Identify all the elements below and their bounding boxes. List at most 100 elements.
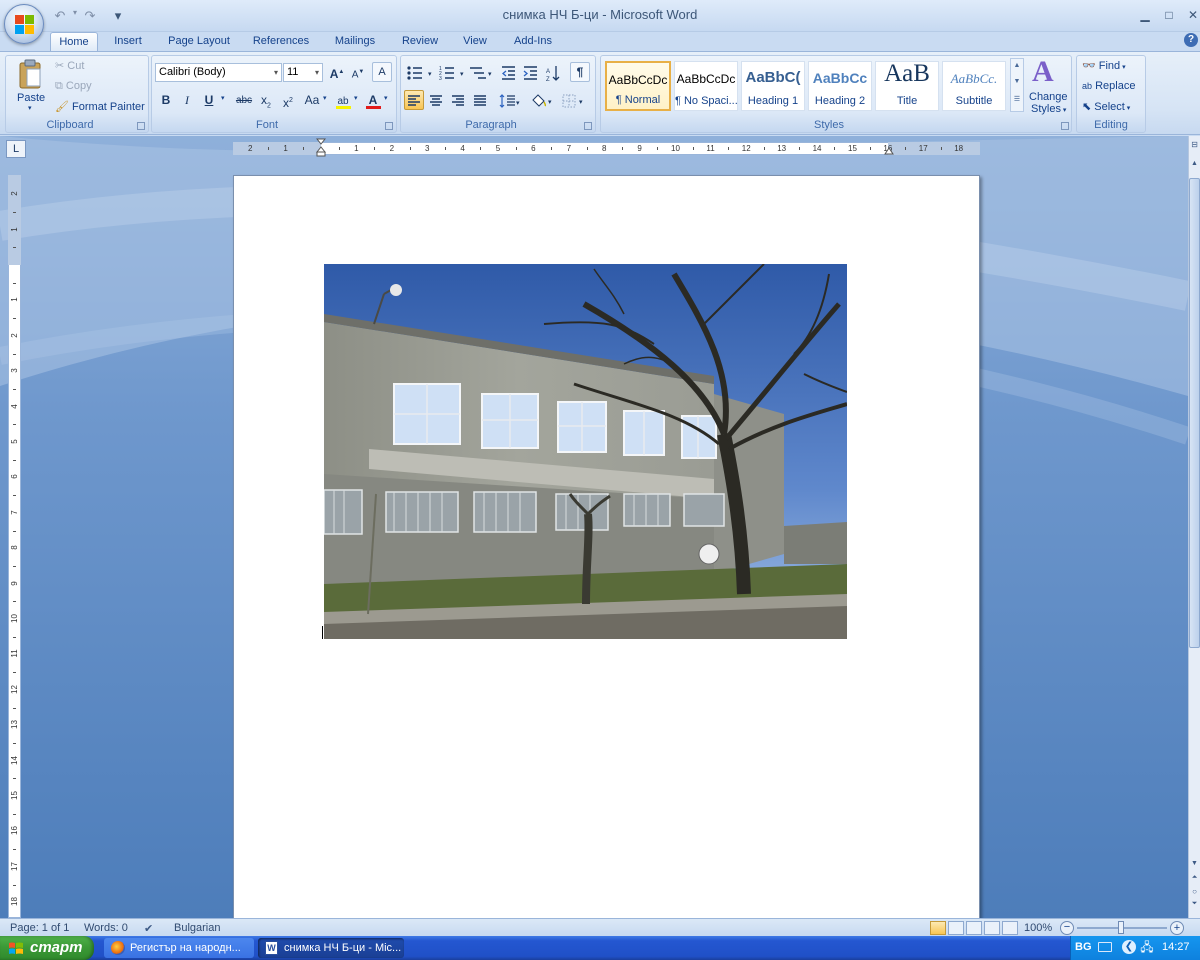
font-color-dropdown-icon[interactable]: ▾ — [384, 94, 388, 102]
font-dialog-launcher-icon[interactable] — [385, 122, 393, 130]
copy-button[interactable]: ⧉ Copy — [55, 80, 92, 93]
close-button[interactable]: ✕ — [1184, 6, 1200, 24]
find-button[interactable]: 👓 Find ▾ — [1082, 59, 1126, 72]
styles-gallery-scroll[interactable]: ▲ ▼ ☰ — [1010, 58, 1024, 112]
maximize-button[interactable]: □ — [1160, 6, 1178, 24]
font-color-button[interactable]: A — [363, 90, 383, 110]
tab-mailings[interactable]: Mailings — [324, 32, 386, 52]
grow-font-button[interactable]: A▲ — [327, 62, 347, 82]
tray-arrow-icon[interactable]: ❮ — [1122, 940, 1136, 954]
highlight-button[interactable]: ab — [333, 90, 353, 110]
select-button[interactable]: ⬉ Select ▾ — [1082, 100, 1130, 113]
shading-button[interactable]: ▾ — [528, 90, 556, 110]
font-name-box[interactable]: Calibri (Body) ▾ — [155, 63, 282, 82]
format-painter-button[interactable]: 🖌 Format Painter — [55, 100, 145, 113]
justify-button[interactable] — [470, 90, 490, 110]
inserted-photo-school-building[interactable] — [324, 264, 847, 639]
clear-formatting-button[interactable]: A — [372, 62, 392, 82]
shrink-font-button[interactable]: A▼ — [348, 62, 368, 82]
tab-home[interactable]: Home — [50, 32, 98, 52]
scroll-up-icon[interactable]: ▲ — [1189, 160, 1200, 174]
highlight-dropdown-icon[interactable]: ▾ — [354, 94, 358, 102]
align-right-button[interactable] — [448, 90, 468, 110]
replace-button[interactable]: ab Replace — [1082, 80, 1135, 92]
find-dropdown-icon[interactable]: ▾ — [1120, 64, 1126, 71]
style-heading-2[interactable]: AaBbCc Heading 2 — [808, 61, 872, 111]
align-left-button[interactable] — [404, 90, 424, 110]
help-icon[interactable]: ? — [1184, 33, 1198, 47]
style-heading-1[interactable]: AaBbC( Heading 1 — [741, 61, 805, 111]
change-styles-button[interactable]: A Change Styles ▾ — [1028, 57, 1068, 117]
web-layout-view-icon[interactable] — [966, 921, 982, 935]
underline-button[interactable]: U — [199, 90, 219, 110]
bullets-icon[interactable] — [407, 66, 422, 80]
outline-view-icon[interactable] — [984, 921, 1000, 935]
font-size-dropdown-icon[interactable]: ▾ — [315, 64, 319, 81]
minimize-button[interactable]: ▁ — [1136, 6, 1154, 24]
tab-review[interactable]: Review — [394, 32, 446, 52]
tab-insert[interactable]: Insert — [104, 32, 152, 52]
style-title[interactable]: AaB Title — [875, 61, 939, 111]
network-icon[interactable]: 🖧 — [1140, 940, 1154, 954]
cut-button[interactable]: ✂ Cut — [55, 59, 84, 72]
scroll-down-icon[interactable]: ▼ — [1189, 860, 1200, 872]
previous-page-icon[interactable]: ⏶ — [1189, 874, 1200, 886]
tab-page-layout[interactable]: Page Layout — [160, 32, 238, 52]
change-styles-dropdown-icon[interactable]: ▾ — [1061, 107, 1067, 114]
strikethrough-button[interactable]: abc — [232, 90, 256, 110]
status-language[interactable]: Bulgarian — [174, 922, 220, 934]
multilevel-list-icon[interactable] — [470, 67, 486, 79]
status-word-count[interactable]: Words: 0 — [84, 922, 128, 934]
tray-language-indicator[interactable]: BG — [1075, 941, 1092, 953]
underline-dropdown-icon[interactable]: ▾ — [221, 94, 225, 102]
superscript-button[interactable]: x2 — [278, 90, 298, 110]
bold-button[interactable]: B — [156, 90, 176, 110]
ruler-toggle-icon[interactable]: ⊟ — [1189, 140, 1200, 154]
line-spacing-button[interactable]: ▾ — [497, 90, 523, 110]
status-page-count[interactable]: Page: 1 of 1 — [10, 922, 69, 934]
decrease-indent-icon[interactable] — [501, 66, 515, 80]
start-button[interactable]: старт — [0, 936, 94, 960]
proofing-check-icon[interactable]: ✔ — [144, 922, 153, 935]
paste-dropdown-icon[interactable]: ▾ — [28, 104, 32, 112]
taskbar-item-firefox[interactable]: Регистър на народн... — [104, 938, 254, 958]
right-indent-marker-icon[interactable] — [884, 144, 894, 156]
paragraph-dialog-launcher-icon[interactable] — [584, 122, 592, 130]
zoom-in-icon[interactable]: + — [1170, 921, 1184, 935]
tab-references[interactable]: References — [246, 32, 316, 52]
style-normal[interactable]: AaBbCcDc ¶ Normal — [605, 61, 671, 111]
paste-button[interactable]: Paste ▾ — [12, 57, 48, 115]
italic-button[interactable]: I — [177, 90, 197, 110]
vertical-scrollbar-thumb[interactable] — [1189, 178, 1200, 648]
draft-view-icon[interactable] — [1002, 921, 1018, 935]
font-name-dropdown-icon[interactable]: ▾ — [274, 64, 278, 81]
office-button[interactable] — [4, 4, 44, 44]
styles-more-icon[interactable]: ☰ — [1011, 91, 1023, 109]
borders-button[interactable]: ▾ — [560, 90, 588, 110]
zoom-out-icon[interactable]: − — [1060, 921, 1074, 935]
tab-view[interactable]: View — [454, 32, 496, 52]
select-browse-object-icon[interactable]: ○ — [1189, 887, 1200, 899]
zoom-level[interactable]: 100% — [1024, 922, 1052, 934]
clipboard-dialog-launcher-icon[interactable] — [137, 122, 145, 130]
full-screen-reading-view-icon[interactable] — [948, 921, 964, 935]
taskbar-item-word[interactable]: W снимка НЧ Б-ци - Mic... — [258, 938, 404, 958]
keyboard-icon[interactable] — [1098, 942, 1112, 952]
subscript-button[interactable]: x2 — [256, 90, 276, 110]
change-case-button[interactable]: Aa — [300, 90, 324, 110]
select-dropdown-icon[interactable]: ▾ — [1125, 105, 1131, 112]
align-center-button[interactable] — [426, 90, 446, 110]
styles-dialog-launcher-icon[interactable] — [1061, 122, 1069, 130]
show-formatting-marks-button[interactable]: ¶ — [570, 62, 590, 82]
styles-scroll-up-icon[interactable]: ▲ — [1011, 59, 1023, 73]
tab-add-ins[interactable]: Add-Ins — [504, 32, 562, 52]
increase-indent-icon[interactable] — [523, 66, 537, 80]
print-layout-view-icon[interactable] — [930, 921, 946, 935]
numbering-icon[interactable]: 123 — [439, 66, 454, 82]
indent-marker-icon[interactable] — [315, 138, 327, 158]
tab-stop-selector[interactable]: L — [6, 140, 26, 158]
style-no-spacing[interactable]: AaBbCcDc ¶ No Spaci... — [674, 61, 738, 111]
sort-icon[interactable]: AZ — [546, 66, 560, 83]
styles-scroll-down-icon[interactable]: ▼ — [1011, 73, 1023, 91]
style-subtitle[interactable]: AaBbCc. Subtitle — [942, 61, 1006, 111]
